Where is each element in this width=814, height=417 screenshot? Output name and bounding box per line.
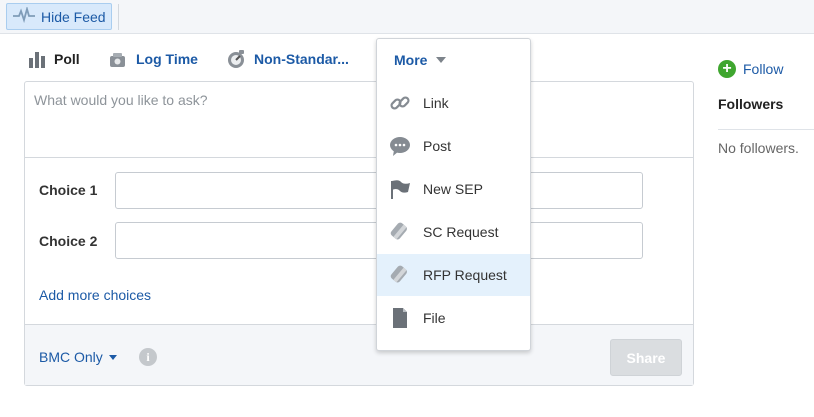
menu-item-link[interactable]: Link — [377, 82, 530, 124]
follow-label: Follow — [743, 61, 784, 77]
flag-icon — [389, 178, 411, 200]
menu-item-file[interactable]: File — [377, 297, 530, 339]
divider — [718, 129, 814, 130]
menu-item-label: File — [423, 310, 446, 326]
visibility-label: BMC Only — [39, 349, 103, 365]
dial-icon — [226, 49, 246, 69]
plus-icon: + — [718, 60, 736, 78]
speech-bubble-icon — [389, 135, 411, 157]
feed-toolbar: Hide Feed — [0, 0, 814, 34]
share-button[interactable]: Share — [610, 339, 682, 376]
tab-non-standard-label: Non-Standar... — [254, 51, 349, 67]
eraser-icon — [389, 264, 411, 286]
followers-heading: Followers — [718, 96, 784, 112]
menu-item-rfp-request[interactable]: RFP Request — [377, 254, 530, 296]
tab-log-time-label: Log Time — [136, 51, 198, 67]
file-icon — [389, 307, 411, 329]
question-placeholder: What would you like to ask? — [34, 92, 208, 108]
follow-button[interactable]: + Follow — [718, 60, 783, 78]
more-menu-toggle[interactable]: More — [377, 39, 530, 81]
clock-icon — [108, 50, 128, 68]
menu-item-label: SC Request — [423, 224, 499, 240]
link-icon — [389, 92, 411, 114]
menu-item-post[interactable]: Post — [377, 125, 530, 167]
more-dropdown-menu: More Link Post New SEP SC Request RFP Re… — [376, 38, 531, 351]
more-menu-label: More — [394, 52, 428, 68]
eraser-icon — [389, 221, 411, 243]
poll-composer: What would you like to ask? Choice 1 Cho… — [24, 81, 694, 386]
menu-item-new-sep[interactable]: New SEP — [377, 168, 530, 210]
hide-feed-label: Hide Feed — [41, 8, 106, 25]
menu-item-label: RFP Request — [423, 267, 507, 283]
tab-log-time[interactable]: Log Time — [108, 44, 198, 74]
toolbar-divider — [118, 4, 119, 30]
choice-1-label: Choice 1 — [39, 182, 98, 198]
tab-non-standard[interactable]: Non-Standar... — [226, 44, 349, 74]
menu-item-label: Link — [423, 95, 449, 111]
tab-poll-label: Poll — [54, 51, 80, 67]
composer-footer: BMC Only i Share — [25, 324, 693, 385]
question-input[interactable]: What would you like to ask? — [25, 82, 693, 158]
choice-2-label: Choice 2 — [39, 233, 98, 249]
menu-item-label: New SEP — [423, 181, 483, 197]
menu-item-sc-request[interactable]: SC Request — [377, 211, 530, 253]
chevron-down-icon — [436, 57, 447, 63]
pulse-icon — [13, 5, 41, 26]
menu-item-label: Post — [423, 138, 452, 154]
chevron-down-icon — [108, 354, 117, 360]
info-icon[interactable]: i — [139, 348, 157, 366]
visibility-dropdown[interactable]: BMC Only — [39, 349, 117, 365]
hide-feed-button[interactable]: Hide Feed — [6, 3, 112, 30]
tab-poll[interactable]: Poll — [28, 44, 80, 74]
add-more-choices-link[interactable]: Add more choices — [39, 287, 151, 303]
bar-chart-icon — [28, 50, 46, 68]
no-followers-text: No followers. — [718, 140, 799, 156]
